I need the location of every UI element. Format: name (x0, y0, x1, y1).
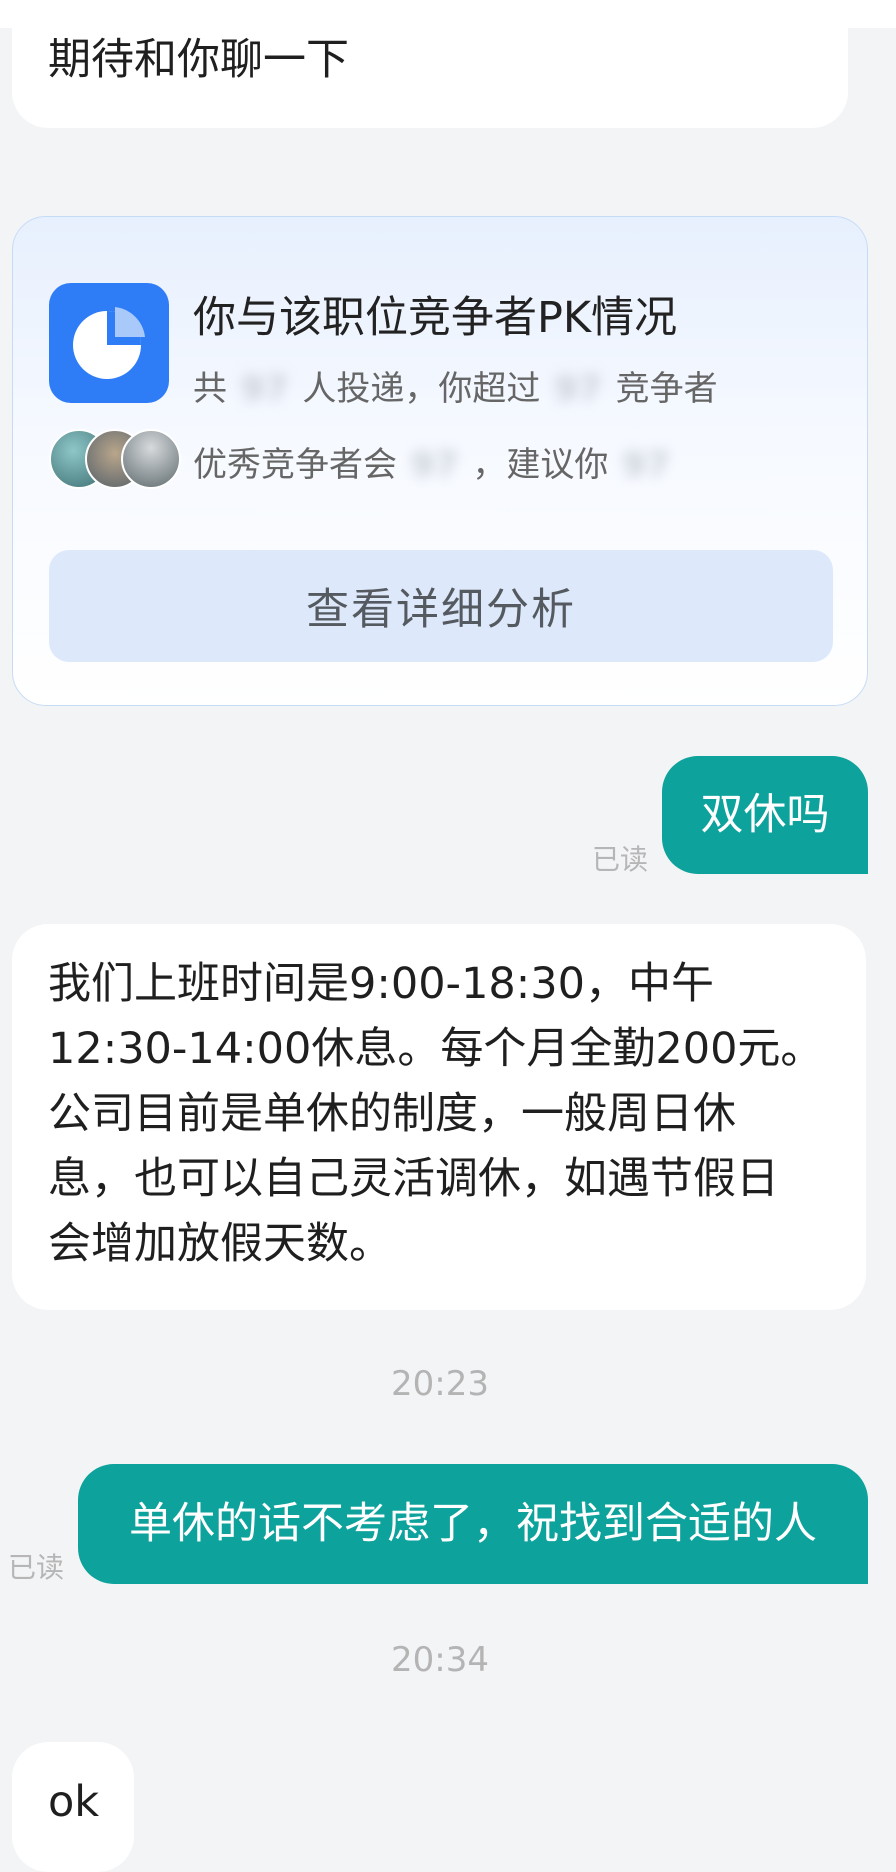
blurred-count: 97 (241, 369, 289, 409)
outgoing-message[interactable]: 双休吗 (662, 756, 868, 874)
pk-card-title: 你与该职位竞争者PK情况 (193, 293, 678, 343)
pk-suggestion-line: 优秀竞争者会 97 ，建议你 97 (193, 437, 684, 486)
timestamp: 20:23 (391, 1364, 489, 1404)
pie-chart-icon (49, 283, 169, 403)
blurred-count: 97 (622, 445, 670, 485)
message-line: 12:30-14:00休息。每个月全勤200元。 (48, 1024, 824, 1074)
message-line: 公司目前是单休的制度，一般周日休 (48, 1089, 736, 1139)
blurred-count: 97 (411, 445, 459, 485)
pk-line1-suffix: 竞争者 (615, 369, 718, 409)
blurred-count: 97 (554, 369, 602, 409)
message-line: 我们上班时间是9:00-18:30，中午 (48, 959, 714, 1009)
message-text: 单休的话不考虑了，祝找到合适的人 (129, 1498, 817, 1549)
timestamp: 20:34 (391, 1640, 489, 1680)
message-line: 息，也可以自己灵活调休，如遇节假日 (48, 1154, 779, 1204)
read-status: 已读 (592, 843, 649, 876)
incoming-message[interactable]: 期待和你聊一下 (12, 0, 848, 128)
message-text: 期待和你聊一下 (48, 35, 349, 85)
read-status: 已读 (8, 1551, 65, 1584)
message-text: 双休吗 (700, 789, 830, 840)
message-line: 会增加放假天数。 (48, 1219, 392, 1269)
pk-applicants-line: 共 97 人投递，你超过 97 竞争者 (193, 361, 718, 410)
incoming-message[interactable]: ok (12, 1742, 134, 1872)
view-analysis-button[interactable]: 查看详细分析 (49, 550, 833, 662)
message-text: ok (48, 1777, 100, 1827)
avatar (121, 429, 181, 489)
competitor-avatars (49, 429, 189, 489)
incoming-message[interactable]: 我们上班时间是9:00-18:30，中午 12:30-14:00休息。每个月全勤… (12, 924, 866, 1310)
pk-line2-mid: ，建议你 (472, 445, 609, 485)
outgoing-message[interactable]: 单休的话不考虑了，祝找到合适的人 (78, 1464, 868, 1584)
pk-line1-mid: 人投递，你超过 (302, 369, 541, 409)
pk-line1-prefix: 共 (193, 369, 227, 409)
pk-card[interactable]: 你与该职位竞争者PK情况 共 97 人投递，你超过 97 竞争者 优秀竞争者会 97 ，建议… (12, 216, 868, 706)
pk-line2-prefix: 优秀竞争者会 (193, 445, 397, 485)
